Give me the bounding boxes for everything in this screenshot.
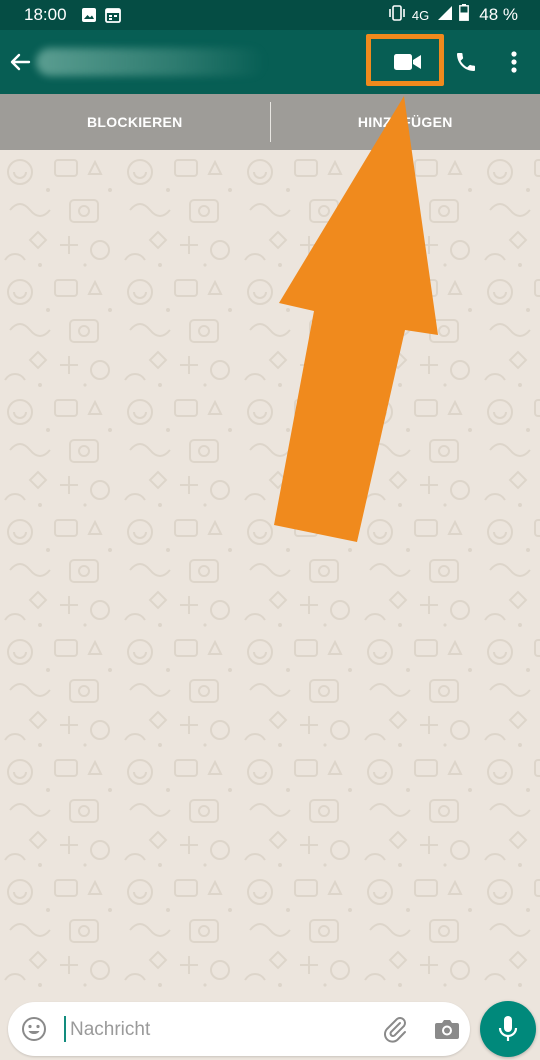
status-time: 18:00 — [24, 5, 67, 24]
calendar-icon — [104, 7, 121, 23]
chat-area — [0, 150, 540, 992]
camera-button[interactable] — [432, 1015, 462, 1043]
emoji-button[interactable] — [20, 1015, 48, 1043]
battery-percent: 48 % — [479, 5, 518, 24]
more-vert-icon — [511, 51, 517, 73]
chat-wallpaper — [0, 150, 540, 992]
voice-call-icon — [457, 53, 475, 71]
vibrate-icon — [388, 4, 406, 26]
back-arrow-icon — [10, 53, 31, 71]
message-composer — [8, 1002, 470, 1056]
attach-button[interactable] — [380, 1015, 410, 1043]
emoji-icon — [22, 1017, 46, 1041]
text-cursor — [64, 1016, 66, 1042]
battery-icon — [459, 4, 470, 26]
add-contact-button[interactable]: HINZUFÜGEN — [271, 94, 540, 150]
more-options-button[interactable] — [500, 46, 528, 78]
contact-name-blurred[interactable] — [36, 48, 266, 76]
voice-call-button[interactable] — [450, 46, 482, 78]
mic-icon — [498, 1016, 518, 1041]
status-bar: 18:00 4G 48 % — [0, 0, 540, 30]
chat-header — [0, 30, 540, 94]
attach-icon — [384, 1017, 406, 1043]
unknown-contact-actions: BLOCKIEREN HINZUFÜGEN — [0, 94, 540, 150]
camera-icon — [435, 1020, 459, 1039]
image-icon — [81, 7, 97, 23]
network-type: 4G — [411, 7, 430, 23]
back-button[interactable] — [6, 46, 34, 78]
block-button[interactable]: BLOCKIEREN — [0, 94, 270, 150]
video-call-highlight-box — [366, 34, 444, 86]
message-input[interactable] — [68, 1014, 372, 1046]
voice-message-button[interactable] — [480, 1001, 536, 1057]
signal-icon — [437, 5, 453, 26]
